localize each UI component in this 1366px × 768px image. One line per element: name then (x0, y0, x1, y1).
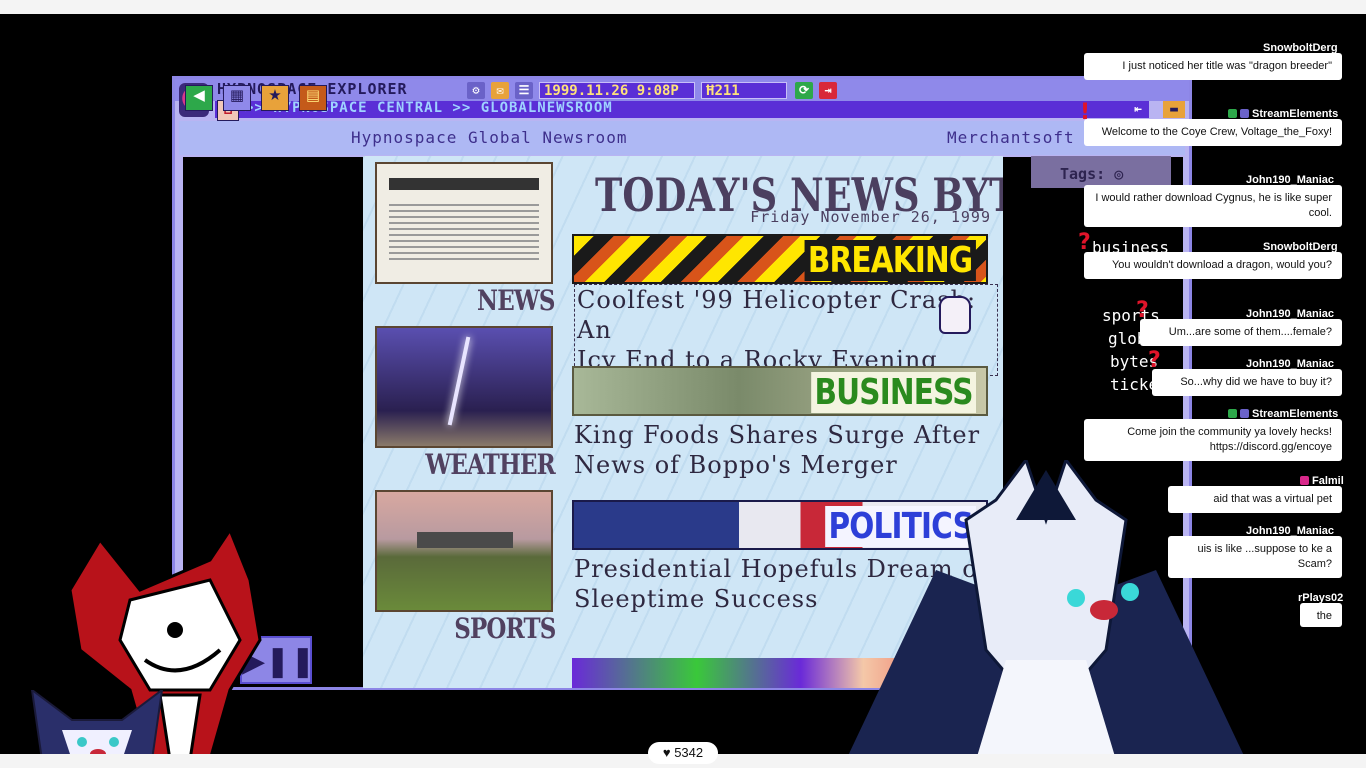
refresh-icon[interactable]: ⟳ (795, 82, 813, 99)
weather-thumbnail[interactable] (375, 326, 553, 448)
logout-icon[interactable]: ⇥ (819, 82, 837, 99)
question-mark-icon: ? (1078, 230, 1091, 255)
stream-top-bar (0, 0, 1366, 14)
settings-icon[interactable]: ⚙ (467, 82, 485, 99)
chat-message: I would rather download Cygnus, he is li… (1084, 185, 1342, 227)
sports-thumbnail[interactable] (375, 490, 553, 612)
hypnocoin-counter: Ħ211 (701, 82, 787, 99)
chat-message: Come join the community ya lovely hecks!… (1084, 419, 1342, 461)
breaking-story-line-1: Coolfest '99 Helicopter Crash: An (577, 286, 977, 344)
mod-badge-icon (1228, 409, 1237, 418)
breaking-banner[interactable]: BREAKING (572, 234, 988, 284)
newspaper-columns (389, 204, 539, 264)
heart-icon: ♥ (662, 745, 671, 760)
chat-message: Welcome to the Coye Crew, Voltage_the_Fo… (1084, 119, 1342, 146)
dragon-avatar-right (846, 460, 1246, 760)
business-story-line-1: King Foods Shares Surge After (574, 421, 981, 449)
hand-cursor-icon (939, 296, 971, 334)
minimize-icon[interactable]: ▬ (1163, 101, 1185, 118)
bot-badge-icon (1240, 109, 1249, 118)
business-label: BUSINESS (811, 372, 976, 413)
chat-message: I just noticed her title was "dragon bre… (1084, 53, 1342, 80)
bookmark-icon[interactable]: ▤ (299, 85, 327, 111)
business-banner[interactable]: BUSINESS (572, 366, 988, 416)
hypnocoin-value: 211 (714, 83, 740, 99)
chat-message: You wouldn't download a dragon, would yo… (1084, 252, 1342, 279)
mail-icon[interactable]: ✉ (491, 82, 509, 99)
screenshot-icon[interactable]: ▦ (223, 85, 251, 111)
sponsor-link[interactable]: Merchantsoft (947, 128, 1075, 147)
tags-label: Tags: ◎ (1060, 165, 1124, 183)
question-mark-icon: ? (1136, 298, 1149, 323)
page-date: Friday November 26, 1999 (750, 208, 991, 226)
back-icon[interactable]: ◀ (185, 85, 213, 111)
sub-badge-icon (1300, 476, 1309, 485)
breaking-label: BREAKING (804, 240, 976, 281)
question-mark-icon: ? (1148, 348, 1161, 373)
like-count: 5342 (674, 745, 704, 760)
chat-message: Um...are some of them....female? (1140, 319, 1342, 346)
datetime-display: 1999.11.26 9:08P (539, 82, 695, 99)
favorite-star-icon[interactable]: ★ (261, 85, 289, 111)
section-label-weather[interactable]: WEATHER (426, 448, 556, 481)
news-thumbnail[interactable] (375, 162, 553, 284)
stadium-stand (417, 532, 513, 548)
newspaper-masthead (389, 178, 539, 190)
chat-message: So...why did we have to buy it? (1152, 369, 1342, 396)
bot-badge-icon (1240, 409, 1249, 418)
chat-message: the (1300, 603, 1342, 627)
fox-avatar-small (30, 690, 164, 760)
page-title: Hypnospace Global Newsroom (351, 128, 628, 147)
exclamation-icon: ! (1080, 100, 1091, 125)
breaking-story-link[interactable]: Coolfest '99 Helicopter Crash: An Icy En… (574, 284, 998, 376)
lightning-bolt (447, 336, 471, 426)
eye-icon[interactable]: ◎ (1114, 165, 1123, 183)
section-label-news[interactable]: NEWS (477, 284, 555, 317)
section-label-sports[interactable]: SPORTS (454, 612, 556, 645)
like-counter: ♥ 5342 (648, 742, 718, 764)
mod-badge-icon (1228, 109, 1237, 118)
menu-icon[interactable]: ☰ (515, 82, 533, 99)
restore-icon[interactable]: ⇤ (1127, 101, 1149, 118)
